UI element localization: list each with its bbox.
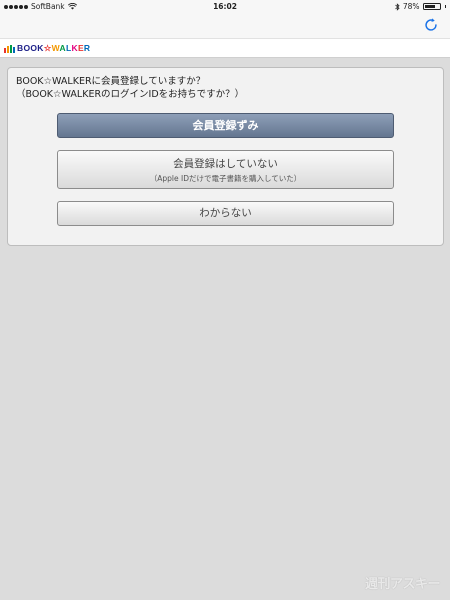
logo-mark-icon (4, 44, 15, 53)
status-time: 16:02 (213, 2, 237, 11)
logo-bar: BOOK☆WALKER (0, 38, 450, 58)
book-walker-logo: BOOK☆WALKER (4, 43, 90, 54)
unknown-button[interactable]: わからない (57, 201, 394, 226)
battery-tip (444, 5, 446, 8)
question-line-1: BOOK☆WALKERに会員登録していますか？ (16, 76, 206, 87)
bluetooth-icon (395, 2, 400, 11)
status-right: 78% (395, 2, 446, 11)
battery-percent: 78% (402, 2, 420, 11)
logo-text: BOOK☆WALKER (17, 43, 91, 53)
registration-question-panel: BOOK☆WALKERに会員登録していますか？ （BOOK☆WALKERのログイ… (7, 67, 444, 246)
not-registered-note: （Apple IDだけで電子書籍を購入していた） (149, 174, 302, 183)
not-registered-label: 会員登録はしていない (173, 158, 278, 170)
watermark: 週刊アスキー (364, 577, 441, 592)
status-bar: SoftBank 16:02 78% (0, 0, 450, 12)
battery-icon (422, 3, 441, 10)
refresh-icon[interactable] (422, 16, 440, 34)
not-registered-button[interactable]: 会員登録はしていない （Apple IDだけで電子書籍を購入していた） (57, 150, 394, 189)
question-text: BOOK☆WALKERに会員登録していますか？ （BOOK☆WALKERのログイ… (16, 75, 244, 101)
toolbar (0, 12, 450, 38)
question-line-2: （BOOK☆WALKERのログインIDをお持ちですか？） (16, 89, 245, 100)
registered-button[interactable]: 会員登録ずみ (57, 113, 394, 138)
